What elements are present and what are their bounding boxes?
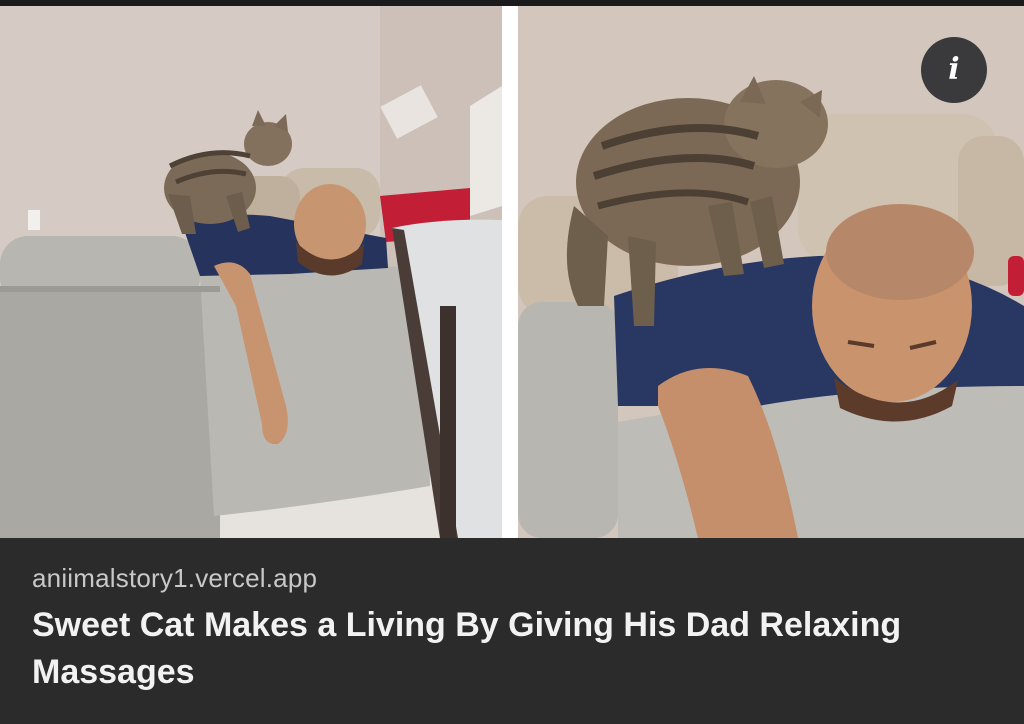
source-domain: aniimalstory1.vercel.app	[32, 563, 318, 593]
preview-caption[interactable]: aniimalstory1.vercel.app Sweet Cat Makes…	[32, 560, 992, 696]
info-icon: i	[948, 52, 960, 87]
link-preview-card[interactable]: i aniimalstory1.vercel.app Sweet Cat Mak…	[0, 0, 1024, 724]
cat-massage-photo-left	[0, 6, 502, 538]
article-headline: Sweet Cat Makes a Living By Giving His D…	[32, 606, 902, 691]
preview-image[interactable]: i	[0, 6, 1024, 538]
info-button[interactable]: i	[921, 37, 987, 103]
